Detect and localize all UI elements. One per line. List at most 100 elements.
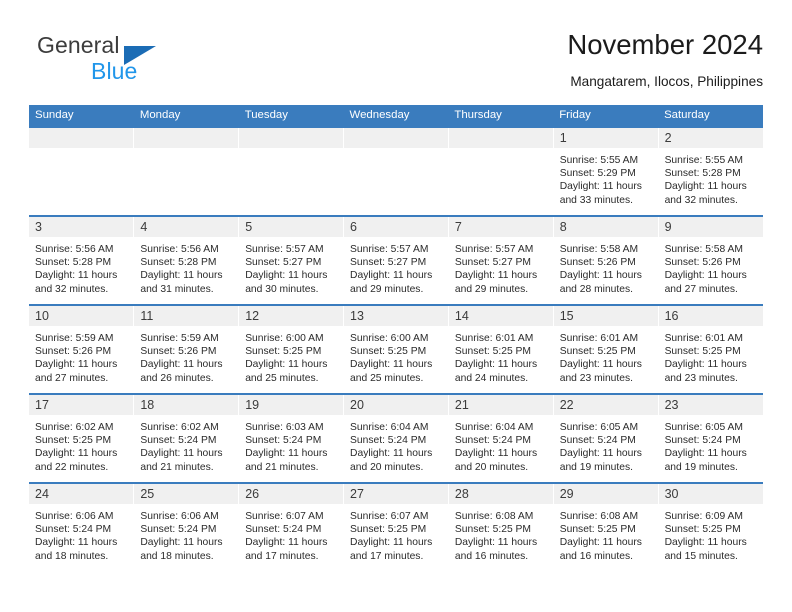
calendar-day-cell[interactable]: 27 Sunrise: 6:07 AM Sunset: 5:25 PM Dayligh… <box>343 482 449 572</box>
calendar-day-cell[interactable]: 6 Sunrise: 5:57 AM Sunset: 5:27 PM Daylight… <box>343 215 449 305</box>
calendar-day-cell[interactable]: 11 Sunrise: 5:59 AM Sunset: 5:26 PM Dayligh… <box>133 304 239 394</box>
day-details: Sunrise: 5:56 AM Sunset: 5:28 PM Daylight:… <box>134 237 238 296</box>
day-details: Sunrise: 6:02 AM Sunset: 5:25 PM Daylight:… <box>29 415 133 474</box>
day-details: Sunrise: 6:07 AM Sunset: 5:24 PM Daylight:… <box>239 504 343 563</box>
calendar-day-cell[interactable]: 4 Sunrise: 5:56 AM Sunset: 5:28 PM Daylight… <box>133 215 239 305</box>
daylight-text-line1: Daylight: 11 hours <box>454 270 538 282</box>
calendar-day-cell[interactable]: 10 Sunrise: 5:59 AM Sunset: 5:26 PM Dayligh… <box>29 304 134 394</box>
sunset-text: Sunset: 5:25 PM <box>350 524 427 536</box>
day-number: 1 <box>553 128 658 148</box>
daylight-text-line2: and 19 minutes. <box>559 461 633 473</box>
calendar-day-cell[interactable]: 14 Sunrise: 6:01 AM Sunset: 5:25 PM Dayligh… <box>447 304 554 394</box>
calendar-day-cell[interactable]: 16 Sunrise: 6:01 AM Sunset: 5:25 PM Dayligh… <box>657 304 763 394</box>
calendar-day-cell[interactable]: 19 Sunrise: 6:03 AM Sunset: 5:24 PM Dayligh… <box>238 393 344 483</box>
sunset-text: Sunset: 5:25 PM <box>559 346 636 358</box>
sunset-text: Sunset: 5:26 PM <box>664 257 741 269</box>
daylight-text-line1: Daylight: 11 hours <box>140 270 223 282</box>
sunset-text: Sunset: 5:25 PM <box>350 346 427 358</box>
daylight-text-line1: Daylight: 11 hours <box>140 359 223 371</box>
sunset-text: Sunset: 5:25 PM <box>454 524 532 536</box>
calendar-day-cell[interactable]: 20 Sunrise: 6:04 AM Sunset: 5:24 PM Dayligh… <box>343 393 449 483</box>
calendar-day-cell[interactable]: 28 Sunrise: 6:08 AM Sunset: 5:25 PM Dayligh… <box>447 482 554 572</box>
sunset-text: Sunset: 5:24 PM <box>559 435 636 447</box>
calendar-day-cell[interactable]: 30 Sunrise: 6:09 AM Sunset: 5:25 PM Dayligh… <box>657 482 763 572</box>
calendar-day-cell[interactable]: 13 Sunrise: 6:00 AM Sunset: 5:25 PM Dayligh… <box>343 304 449 394</box>
calendar-day-cell[interactable]: 24 Sunrise: 6:06 AM Sunset: 5:24 PM Dayligh… <box>29 482 134 572</box>
day-details: Sunrise: 6:01 AM Sunset: 5:25 PM Daylight:… <box>449 326 553 385</box>
calendar-day-cell[interactable]: 1 Sunrise: 5:55 AM Sunset: 5:29 PM Daylight… <box>552 126 659 216</box>
weekday-header-friday: Friday <box>553 105 659 127</box>
daylight-text-line1: Daylight: 11 hours <box>350 359 433 371</box>
calendar-week-row: 17 Sunrise: 6:02 AM Sunset: 5:25 PM Dayligh… <box>29 393 763 483</box>
day-details: Sunrise: 5:58 AM Sunset: 5:26 PM Daylight:… <box>554 237 658 296</box>
daylight-text-line2: and 26 minutes. <box>140 372 214 384</box>
daylight-text-line2: and 23 minutes. <box>559 372 633 384</box>
day-details: Sunrise: 6:05 AM Sunset: 5:24 PM Daylight:… <box>659 415 763 474</box>
calendar-day-cell[interactable]: 26 Sunrise: 6:07 AM Sunset: 5:24 PM Dayligh… <box>238 482 344 572</box>
sunset-text: Sunset: 5:25 PM <box>245 346 322 358</box>
daylight-text-line1: Daylight: 11 hours <box>664 359 747 371</box>
day-number: 9 <box>658 217 763 237</box>
daylight-text-line2: and 27 minutes. <box>35 372 109 384</box>
day-number: 12 <box>239 306 344 326</box>
sunrise-text: Sunrise: 5:56 AM <box>35 244 114 255</box>
general-blue-logo[interactable]: General Blue <box>29 32 259 90</box>
daylight-text-line2: and 33 minutes. <box>559 194 633 206</box>
day-number: 18 <box>134 395 239 415</box>
calendar-day-cell[interactable]: 5 Sunrise: 5:57 AM Sunset: 5:27 PM Daylight… <box>238 215 344 305</box>
calendar-day-cell[interactable]: 8 Sunrise: 5:58 AM Sunset: 5:26 PM Daylight… <box>552 215 659 305</box>
daylight-text-line2: and 18 minutes. <box>35 550 109 562</box>
sunrise-text: Sunrise: 6:04 AM <box>454 422 534 433</box>
calendar-day-cell[interactable]: 22 Sunrise: 6:05 AM Sunset: 5:24 PM Dayligh… <box>552 393 659 483</box>
weekday-header-monday: Monday <box>133 105 239 127</box>
calendar-day-cell[interactable]: 23 Sunrise: 6:05 AM Sunset: 5:24 PM Dayligh… <box>657 393 763 483</box>
sunrise-text: Sunrise: 6:06 AM <box>140 511 219 522</box>
calendar-day-cell[interactable]: 3 Sunrise: 5:56 AM Sunset: 5:28 PM Daylight… <box>29 215 134 305</box>
calendar-week-row: 3 Sunrise: 5:56 AM Sunset: 5:28 PM Daylight… <box>29 215 763 305</box>
day-details: Sunrise: 5:57 AM Sunset: 5:27 PM Daylight:… <box>449 237 553 296</box>
sunset-text: Sunset: 5:25 PM <box>664 346 741 358</box>
day-details: Sunrise: 5:58 AM Sunset: 5:26 PM Daylight:… <box>659 237 763 296</box>
calendar-day-cell[interactable]: 25 Sunrise: 6:06 AM Sunset: 5:24 PM Dayligh… <box>133 482 239 572</box>
day-number: 19 <box>239 395 344 415</box>
calendar-day-cell[interactable]: 21 Sunrise: 6:04 AM Sunset: 5:24 PM Dayligh… <box>447 393 554 483</box>
day-number: 23 <box>658 395 763 415</box>
calendar-day-cell[interactable]: 18 Sunrise: 6:02 AM Sunset: 5:24 PM Dayligh… <box>133 393 239 483</box>
day-number <box>29 128 134 148</box>
title-block: November 2024 Mangatarem, Ilocos, Philip… <box>567 28 763 92</box>
page-header: General Blue November 2024 Mangatarem, I… <box>29 28 763 100</box>
daylight-text-line1: Daylight: 11 hours <box>454 359 538 371</box>
daylight-text-line1: Daylight: 11 hours <box>559 181 642 193</box>
sunrise-text: Sunrise: 5:59 AM <box>35 333 114 344</box>
day-details: Sunrise: 6:08 AM Sunset: 5:25 PM Daylight:… <box>554 504 658 563</box>
day-number: 11 <box>134 306 239 326</box>
day-number: 28 <box>448 484 553 504</box>
daylight-text-line2: and 17 minutes. <box>350 550 424 562</box>
calendar-day-cell[interactable]: 29 Sunrise: 6:08 AM Sunset: 5:25 PM Dayligh… <box>552 482 659 572</box>
sunrise-text: Sunrise: 6:01 AM <box>664 333 743 344</box>
sunrise-text: Sunrise: 5:57 AM <box>245 244 324 255</box>
calendar-grid: Sunday Monday Tuesday Wednesday Thursday… <box>29 105 763 572</box>
day-details: Sunrise: 5:57 AM Sunset: 5:27 PM Daylight:… <box>344 237 448 296</box>
day-number <box>344 128 448 148</box>
calendar-day-cell-empty <box>343 126 449 216</box>
day-number: 16 <box>658 306 763 326</box>
daylight-text-line2: and 16 minutes. <box>559 550 633 562</box>
calendar-day-cell[interactable]: 15 Sunrise: 6:01 AM Sunset: 5:25 PM Dayligh… <box>552 304 659 394</box>
daylight-text-line2: and 18 minutes. <box>140 550 214 562</box>
daylight-text-line1: Daylight: 11 hours <box>454 448 538 460</box>
calendar-week-row: 10 Sunrise: 5:59 AM Sunset: 5:26 PM Dayligh… <box>29 304 763 394</box>
sunrise-text: Sunrise: 5:59 AM <box>140 333 219 344</box>
calendar-day-cell[interactable]: 7 Sunrise: 5:57 AM Sunset: 5:27 PM Daylight… <box>447 215 554 305</box>
calendar-day-cell[interactable]: 17 Sunrise: 6:02 AM Sunset: 5:25 PM Dayligh… <box>29 393 134 483</box>
daylight-text-line2: and 25 minutes. <box>350 372 424 384</box>
weekday-header-sunday: Sunday <box>29 105 134 127</box>
calendar-day-cell[interactable]: 2 Sunrise: 5:55 AM Sunset: 5:28 PM Daylight… <box>657 126 763 216</box>
daylight-text-line2: and 30 minutes. <box>245 283 319 295</box>
daylight-text-line2: and 22 minutes. <box>35 461 109 473</box>
sunset-text: Sunset: 5:28 PM <box>140 257 217 269</box>
calendar-day-cell[interactable]: 9 Sunrise: 5:58 AM Sunset: 5:26 PM Daylight… <box>657 215 763 305</box>
sunset-text: Sunset: 5:26 PM <box>35 346 112 358</box>
calendar-day-cell[interactable]: 12 Sunrise: 6:00 AM Sunset: 5:25 PM Dayligh… <box>238 304 344 394</box>
sunset-text: Sunset: 5:25 PM <box>559 524 636 536</box>
